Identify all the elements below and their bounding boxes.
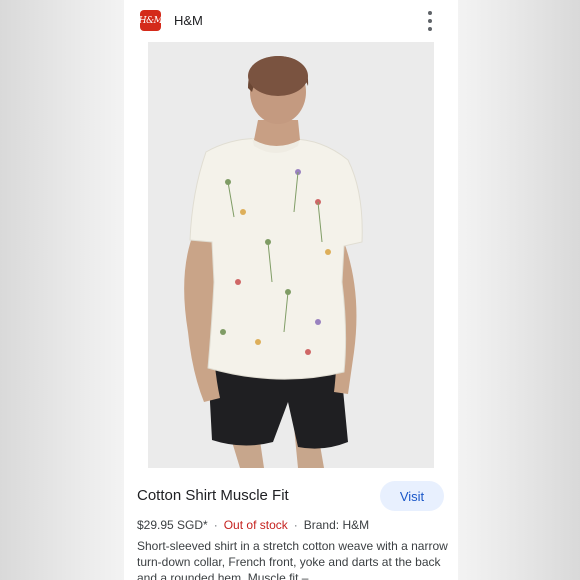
header-bar: H&M H&M: [124, 0, 458, 42]
more-vert-icon[interactable]: [418, 9, 442, 33]
product-info: Cotton Shirt Muscle Fit Visit $29.95 SGD…: [124, 468, 458, 580]
product-card: H&M H&M Cotton Shirt Muscle Fit Visit $2…: [124, 0, 458, 580]
brand-label: Brand: H&M: [303, 518, 370, 532]
merchant-name[interactable]: H&M: [174, 13, 203, 28]
stock-status: Out of stock: [223, 518, 288, 532]
price: $29.95 SGD*: [137, 518, 208, 532]
product-description: Short-sleeved shirt in a stretch cotton …: [137, 539, 448, 580]
visit-button[interactable]: Visit: [380, 481, 444, 511]
shirt: [189, 138, 363, 380]
product-title[interactable]: Cotton Shirt Muscle Fit: [137, 487, 289, 504]
background-right: [458, 0, 580, 580]
separator: ·: [293, 518, 298, 532]
separator: ·: [213, 518, 218, 532]
background-left: [0, 0, 124, 580]
product-meta: $29.95 SGD* · Out of stock · Brand: H&M: [137, 518, 369, 532]
brand-logo: H&M: [139, 10, 163, 31]
product-image[interactable]: [148, 42, 434, 468]
